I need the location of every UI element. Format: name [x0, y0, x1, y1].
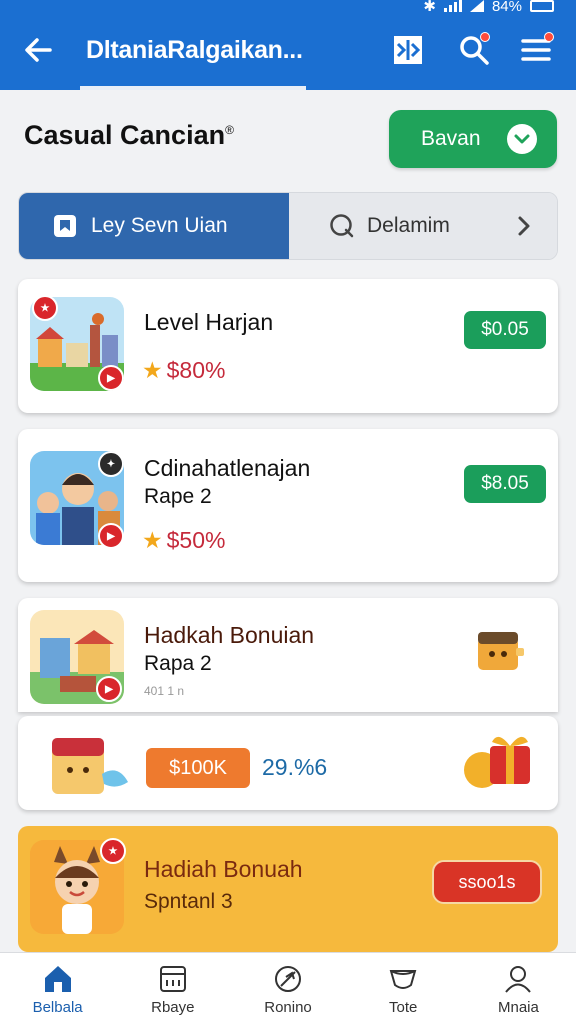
bluetooth-icon: ✱ [423, 0, 436, 15]
search-button[interactable] [456, 32, 492, 68]
list-item[interactable]: ✦ ▶ Cdinahatlenajan Rape 2 ★ $50% $8.05 [18, 429, 558, 582]
nav-item-rbaye[interactable]: Rbaye [115, 953, 230, 1024]
bookmark-icon [54, 215, 76, 237]
tab-delamim[interactable]: Delamim [289, 193, 557, 259]
search-icon [330, 214, 354, 238]
tab-label: Delamim [367, 214, 450, 237]
nav-label: Belbala [32, 999, 83, 1016]
bavan-button[interactable]: Bavan [389, 110, 557, 168]
nav-item-mnaia[interactable]: Mnaia [461, 953, 576, 1024]
battery-icon [530, 0, 554, 12]
nav-item-tote[interactable]: Tote [346, 953, 461, 1024]
arrow-left-icon [25, 38, 52, 62]
notification-dot [544, 32, 554, 42]
gift-icon [464, 736, 530, 788]
chevron-right-icon[interactable] [513, 215, 535, 237]
title-mark: ® [225, 123, 234, 137]
game-subtitle: Rapa 2 [144, 652, 212, 675]
hot-badge: ★ [100, 838, 126, 864]
star-icon: ★ [142, 527, 163, 553]
bundle-percent: 29.%6 [262, 754, 328, 780]
chevron-down-icon [506, 124, 537, 154]
price-button[interactable]: $8.05 [464, 465, 546, 503]
hot-badge: ★ [32, 295, 58, 321]
app-bar: ✱ 84% DltaniaRalgaikan... [0, 0, 576, 90]
notification-dot [480, 32, 490, 42]
nav-label: Rbaye [151, 999, 195, 1016]
nav-label: Mnaia [497, 999, 539, 1016]
grid-button[interactable] [390, 32, 426, 68]
nav-item-ronino[interactable]: Ronino [230, 953, 345, 1024]
home-icon [44, 966, 71, 992]
bavan-button-label: Bavan [421, 127, 481, 150]
rating-value: $50% [166, 527, 226, 553]
back-button[interactable] [20, 32, 56, 68]
promo-title: Hadiah Bonuah [144, 856, 303, 882]
wifi-icon [469, 0, 484, 12]
status-bar: ✱ 84% [423, 0, 554, 14]
promo-card[interactable]: ★ Hadiah Bonuah Spntanl 3 ssoo1s [18, 826, 558, 952]
rating: ★ $80% [142, 357, 225, 384]
game-name: Hadkah Bonuian [144, 622, 315, 648]
tab-ley-sevn-uian[interactable]: Ley Sevn Uian [19, 193, 289, 259]
app-title: DltaniaRalgaikan... [86, 36, 303, 64]
game-subtitle: Rape 2 [144, 485, 212, 508]
tab-label: Ley Sevn Uian [91, 214, 228, 237]
play-badge: ▶ [96, 676, 122, 702]
gift-chest-icon [52, 738, 128, 794]
rating: ★ $50% [142, 527, 225, 554]
game-meta: 401 1 n [144, 684, 185, 698]
bundle-price-tag[interactable]: $100K [146, 748, 250, 788]
signal-icon [443, 0, 462, 12]
bowl-icon [389, 970, 417, 989]
promo-button[interactable]: ssoo1s [432, 860, 542, 904]
store-icon [159, 966, 186, 992]
profile-icon [505, 966, 532, 993]
list-item[interactable]: ▶ Hadkah Bonuian Rapa 2 401 1 n [18, 598, 558, 712]
grid-icon [394, 36, 422, 64]
rating-value: $80% [166, 357, 226, 383]
price-button[interactable]: $0.05 [464, 311, 546, 349]
menu-button[interactable] [518, 32, 554, 68]
battery-percent: 84% [491, 0, 522, 15]
play-badge: ▶ [98, 365, 124, 391]
play-badge: ▶ [98, 523, 124, 549]
nav-label: Tote [389, 999, 418, 1016]
treasure-box-icon [478, 632, 524, 670]
bottom-nav: Belbala Rbaye Ronino Tote Mnaia [0, 952, 576, 1024]
page-title: Casual Cancian® [24, 120, 234, 150]
sparkle-badge: ✦ [98, 451, 124, 477]
game-name: Level Harjan [144, 309, 274, 335]
game-name: Cdinahatlenajan [144, 455, 311, 481]
leaf-icon [275, 966, 301, 992]
title-underline [80, 86, 306, 90]
bundle-card[interactable]: $100K 29.%6 [18, 716, 558, 810]
tab-bar: Ley Sevn Uian Delamim [18, 192, 558, 260]
nav-label: Ronino [264, 999, 312, 1016]
nav-item-belbala[interactable]: Belbala [0, 953, 115, 1024]
star-icon: ★ [142, 357, 163, 383]
promo-subtitle: Spntanl 3 [144, 890, 233, 913]
list-item[interactable]: ★ ▶ Level Harjan ★ $80% $0.05 [18, 279, 558, 413]
